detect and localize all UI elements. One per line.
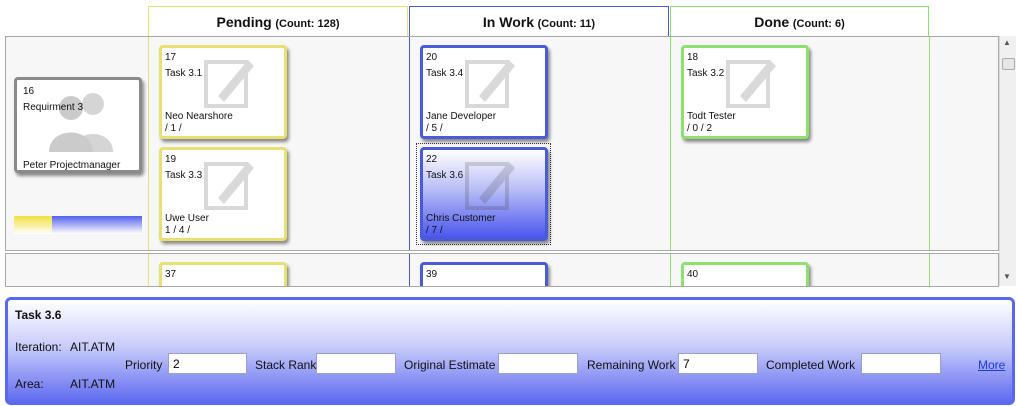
iteration-label: Iteration: [15, 340, 62, 354]
column-count: (Count: 6) [792, 18, 845, 30]
completed-work-label: Completed Work [766, 358, 856, 372]
task-work-values: / 0 / 2 [687, 123, 713, 134]
task-work-values: 1 / 4 / [165, 225, 191, 236]
task-assignee: Todt Tester [687, 111, 736, 122]
column-name: In Work [482, 14, 534, 30]
area-value: AIT.ATM [70, 377, 116, 391]
requirement-title: Requirment 3 [23, 102, 84, 113]
task-assignee: Uwe User [165, 213, 209, 224]
task-title: Task 3.3 [165, 170, 203, 181]
done-column-divider [670, 37, 671, 250]
remaining-work-label: Remaining Work [587, 358, 676, 372]
task-assignee: Neo Nearshore [165, 111, 233, 122]
task-id: 37 [165, 269, 177, 280]
task-id: 40 [687, 269, 699, 280]
scroll-down-arrow-icon[interactable]: ▼ [1003, 272, 1011, 281]
done-column-divider [670, 254, 671, 286]
in-work-column-divider [409, 37, 410, 250]
stack-rank-label: Stack Rank [255, 358, 317, 372]
column-header-pending: Pending (Count: 128) [148, 6, 408, 36]
task-assignee: Jane Developer [426, 111, 497, 122]
task-card-37[interactable]: 37 [159, 262, 287, 286]
people-icon [49, 93, 113, 152]
task-title: Task 3.4 [426, 68, 464, 79]
column-header-done: Done (Count: 6) [670, 6, 929, 36]
swimlane-next: 37 39 40 [5, 253, 999, 287]
done-column-end-divider [929, 37, 930, 250]
task-card-18[interactable]: 18 Task 3.2 Todt Tester / 0 / 2 [681, 45, 809, 139]
task-id: 19 [165, 154, 177, 165]
remaining-work-field[interactable] [678, 353, 758, 374]
requirement-id: 16 [23, 86, 35, 97]
scrollbar-thumb[interactable] [1002, 58, 1015, 70]
pending-column-divider [148, 254, 149, 286]
task-id: 22 [426, 154, 438, 165]
completed-work-field[interactable] [861, 353, 941, 374]
scroll-up-arrow-icon[interactable]: ▲ [1003, 38, 1011, 47]
priority-field[interactable] [168, 353, 247, 374]
task-title: Task 3.1 [165, 68, 203, 79]
area-label: Area: [15, 377, 44, 391]
pencil-icon [204, 162, 254, 210]
progress-pending-segment [14, 216, 52, 234]
column-count: (Count: 11) [537, 18, 596, 30]
column-header-in-work: In Work (Count: 11) [409, 6, 669, 36]
task-title: Task 3.6 [426, 170, 464, 181]
task-card-20[interactable]: 20 Task 3.4 Jane Developer / 5 / [420, 45, 548, 139]
task-id: 39 [426, 269, 438, 280]
swimlane-requirement-16: 16 Requirment 3 Peter Projectmanager 17 … [5, 36, 999, 251]
pencil-icon [726, 60, 776, 108]
priority-label: Priority [125, 358, 163, 372]
original-estimate-label: Original Estimate [404, 358, 496, 372]
stack-rank-field[interactable] [316, 353, 396, 374]
task-card-39[interactable]: 39 [420, 262, 548, 286]
task-card-22-selected[interactable]: 22 Task 3.6 Chris Customer / 7 / [420, 147, 548, 241]
task-work-values: / 1 / [165, 123, 182, 134]
task-work-values: / 7 / [426, 225, 443, 236]
requirement-owner: Peter Projectmanager [23, 160, 121, 171]
detail-title: Task 3.6 [15, 308, 62, 322]
task-detail-panel: Task 3.6 Iteration: AIT.ATM Area: AIT.AT… [5, 297, 1015, 405]
task-card-17[interactable]: 17 Task 3.1 Neo Nearshore / 1 / [159, 45, 287, 139]
task-card-40[interactable]: 40 [681, 262, 809, 286]
board-scrollbar[interactable]: ▲ ▼ [999, 36, 1016, 286]
column-count: (Count: 128) [275, 18, 340, 30]
requirement-card[interactable]: 16 Requirment 3 Peter Projectmanager [14, 77, 142, 173]
done-column-end-divider [929, 254, 930, 286]
pencil-icon [465, 60, 515, 108]
task-id: 18 [687, 52, 699, 63]
iteration-value: AIT.ATM [70, 340, 116, 354]
requirement-progress-bar [14, 216, 142, 234]
pencil-icon [465, 162, 515, 210]
original-estimate-field[interactable] [498, 353, 578, 374]
pending-column-divider [148, 37, 149, 250]
pencil-icon [204, 60, 254, 108]
task-work-values: / 5 / [426, 123, 443, 134]
in-work-column-divider [409, 254, 410, 286]
task-id: 20 [426, 52, 438, 63]
task-title: Task 3.2 [687, 68, 725, 79]
column-name: Pending [216, 14, 272, 30]
column-name: Done [754, 14, 790, 30]
task-card-19[interactable]: 19 Task 3.3 Uwe User 1 / 4 / [159, 147, 287, 241]
more-link[interactable]: More [978, 358, 1005, 372]
task-assignee: Chris Customer [426, 213, 496, 224]
task-id: 17 [165, 52, 177, 63]
